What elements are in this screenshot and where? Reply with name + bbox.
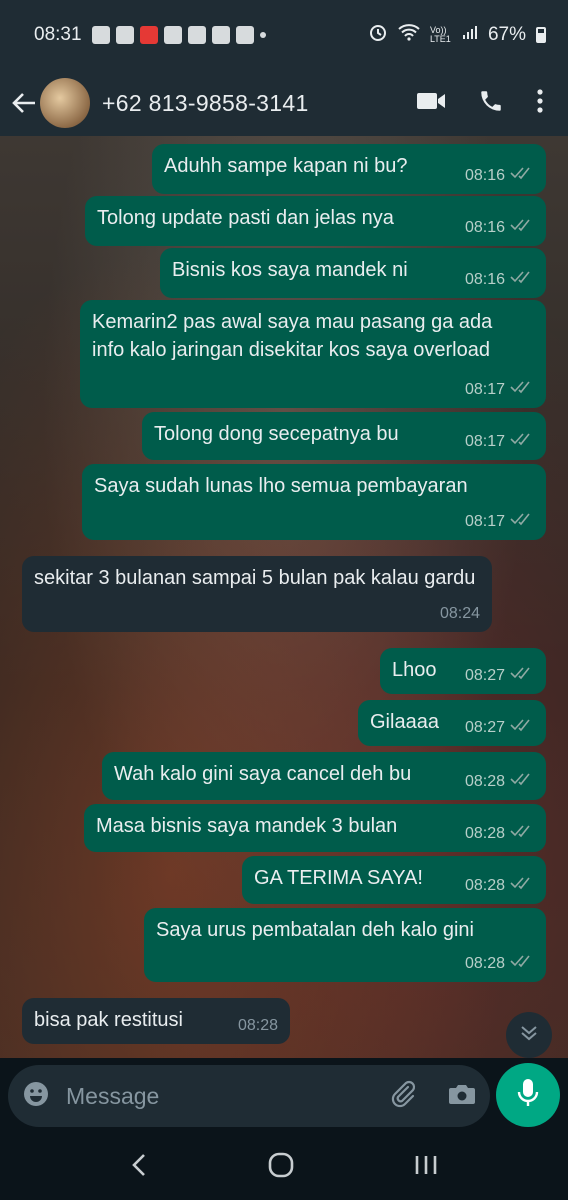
mic-button[interactable]	[496, 1063, 560, 1127]
notification-icons	[91, 26, 266, 44]
message-outgoing[interactable]: GA TERIMA SAYA! 08:28	[242, 856, 546, 904]
message-outgoing[interactable]: Aduhh sampe kapan ni bu? 08:16	[152, 144, 546, 194]
message-text: Wah kalo gini saya cancel deh bu	[114, 763, 412, 785]
message-time: 08:28	[464, 877, 505, 894]
read-ticks-icon	[510, 768, 534, 796]
alarm-icon	[368, 22, 388, 48]
message-time: 08:24	[439, 605, 480, 622]
read-ticks-icon	[510, 376, 534, 404]
more-options-icon[interactable]	[536, 88, 544, 119]
contact-name[interactable]: +62 813-9858-3141	[102, 90, 309, 117]
message-outgoing[interactable]: Saya urus pembatalan deh kalo gini 08:28	[144, 908, 546, 982]
status-time: 08:31	[34, 24, 82, 45]
read-ticks-icon	[510, 662, 534, 690]
message-text: Tolong dong secepatnya bu	[154, 423, 399, 445]
signal-icon	[462, 24, 478, 46]
shop-icon	[91, 26, 110, 44]
message-time: 08:17	[464, 381, 505, 398]
network-label: Vo)) LTE1	[429, 25, 451, 44]
message-time: 08:28	[464, 825, 505, 842]
mic-icon	[517, 1078, 539, 1113]
message-text: Saya urus pembatalan deh kalo gini	[156, 919, 474, 941]
message-time: 08:17	[464, 433, 505, 450]
wifi-icon	[398, 23, 420, 47]
read-ticks-icon	[510, 162, 534, 190]
read-ticks-icon	[510, 508, 534, 536]
message-outgoing[interactable]: Gilaaaa 08:27	[358, 700, 546, 746]
read-ticks-icon	[510, 266, 534, 294]
message-text: Tolong update pasti dan jelas nya	[97, 207, 394, 229]
message-time: 08:27	[464, 667, 505, 684]
message-time: 08:27	[464, 719, 505, 736]
message-text: Masa bisnis saya mandek 3 bulan	[96, 815, 398, 837]
emoji-icon[interactable]	[22, 1080, 50, 1113]
scroll-to-bottom-button[interactable]	[506, 1012, 552, 1058]
notification-icon	[115, 26, 134, 44]
message-text: Aduhh sampe kapan ni bu?	[164, 155, 408, 177]
read-ticks-icon	[510, 214, 534, 242]
composer	[0, 1058, 568, 1134]
message-outgoing[interactable]: Tolong update pasti dan jelas nya 08:16	[85, 196, 546, 246]
message-outgoing[interactable]: Lhoo 08:27	[380, 648, 546, 694]
camera-icon[interactable]	[448, 1082, 476, 1111]
message-text: Lhoo	[392, 659, 437, 681]
battery-percent: 67%	[487, 24, 526, 45]
nav-back-icon[interactable]	[130, 1153, 148, 1182]
message-time: 08:28	[464, 955, 505, 972]
more-notifications-icon	[259, 32, 266, 38]
nav-home-icon[interactable]	[268, 1152, 294, 1183]
system-nav-bar	[0, 1134, 568, 1200]
photo-icon	[187, 26, 206, 44]
message-time: 08:17	[464, 513, 505, 530]
message-outgoing[interactable]: Bisnis kos saya mandek ni 08:16	[160, 248, 546, 298]
message-time: 08:16	[464, 219, 505, 236]
message-outgoing[interactable]: Kemarin2 pas awal saya mau pasang ga ada…	[80, 300, 546, 408]
photo-icon	[211, 26, 230, 44]
message-time: 08:28	[464, 773, 505, 790]
read-ticks-icon	[510, 428, 534, 456]
avatar[interactable]	[40, 78, 90, 128]
message-outgoing[interactable]: Tolong dong secepatnya bu 08:17	[142, 412, 546, 460]
chevron-down-icon	[519, 1024, 539, 1047]
chat-area[interactable]: Aduhh sampe kapan ni bu? 08:16 Tolong up…	[0, 136, 568, 1058]
app-icon	[139, 26, 158, 44]
attach-icon[interactable]	[388, 1079, 418, 1114]
video-call-icon[interactable]	[416, 91, 446, 116]
read-ticks-icon	[510, 950, 534, 978]
message-incoming[interactable]: bisa pak restitusi 08:28	[22, 998, 290, 1044]
message-text: Kemarin2 pas awal saya mau pasang ga ada…	[92, 311, 493, 361]
message-outgoing[interactable]: Saya sudah lunas lho semua pembayaran 08…	[82, 464, 546, 540]
message-text: GA TERIMA SAYA!	[254, 867, 423, 889]
read-ticks-icon	[510, 714, 534, 742]
message-incoming[interactable]: sekitar 3 bulanan sampai 5 bulan pak kal…	[22, 556, 492, 632]
message-time: 08:16	[464, 167, 505, 184]
message-input-pill[interactable]	[8, 1065, 490, 1127]
message-text: bisa pak restitusi	[34, 1009, 183, 1031]
chat-header: +62 813-9858-3141	[0, 70, 568, 136]
message-time: 08:28	[237, 1017, 278, 1034]
message-text: sekitar 3 bulanan sampai 5 bulan pak kal…	[34, 567, 476, 589]
message-outgoing[interactable]: Wah kalo gini saya cancel deh bu 08:28	[102, 752, 546, 800]
game-icon	[235, 26, 254, 44]
back-arrow-icon[interactable]	[10, 89, 38, 117]
read-ticks-icon	[510, 820, 534, 848]
photo-icon	[163, 26, 182, 44]
message-input[interactable]	[66, 1082, 356, 1110]
message-text: Saya sudah lunas lho semua pembayaran	[94, 475, 468, 497]
nav-recents-icon[interactable]	[414, 1154, 438, 1181]
battery-icon	[536, 27, 546, 43]
message-text: Gilaaaa	[370, 711, 439, 733]
phone-icon[interactable]	[478, 88, 504, 119]
message-outgoing[interactable]: Masa bisnis saya mandek 3 bulan 08:28	[84, 804, 546, 852]
message-text: Bisnis kos saya mandek ni	[172, 259, 408, 281]
status-bar: 08:31 Vo)) LTE1 67%	[0, 0, 568, 70]
message-time: 08:16	[464, 271, 505, 288]
read-ticks-icon	[510, 872, 534, 900]
